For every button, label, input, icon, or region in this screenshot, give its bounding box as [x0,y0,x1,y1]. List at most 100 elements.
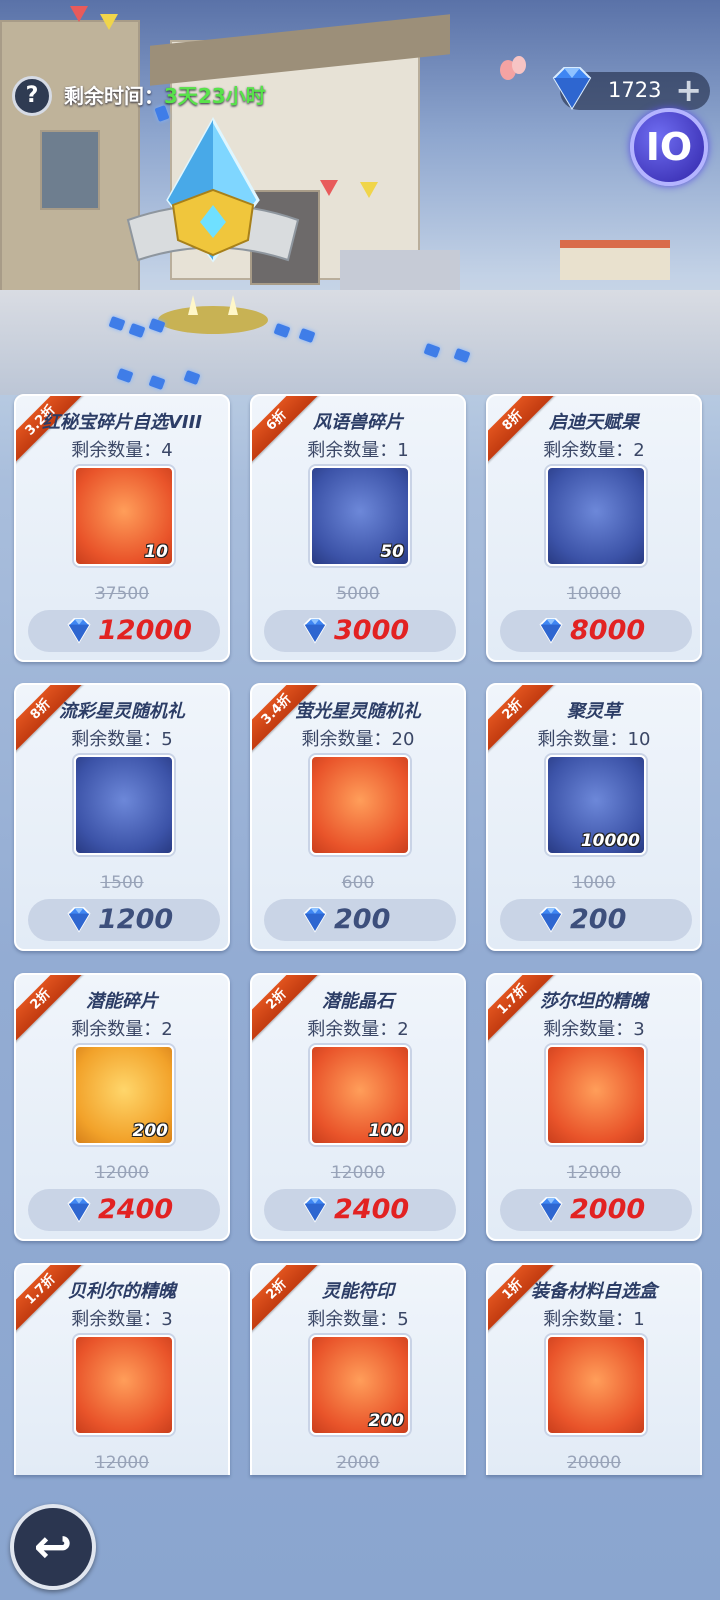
diamond-icon [536,617,566,649]
item-name: 潜能晶石 [322,991,394,1012]
buy-button[interactable]: 8000 [500,610,692,652]
item-remaining: 剩余数量：3 [488,1015,700,1041]
banner: ? 剩余时间：3天23小时 1723 + IO [0,0,720,395]
remaining-value: 2 [633,440,645,461]
remaining-value: 2 [161,1019,173,1040]
item-remaining: 剩余数量：1 [488,1305,700,1331]
buy-button[interactable]: 2400 [264,1189,456,1231]
shop-item-card[interactable]: 2折 聚灵草 剩余数量：10 10000 1000 200 [486,683,702,951]
add-diamond-button[interactable]: + [675,71,702,109]
balloon [512,56,526,74]
buy-button[interactable]: 12000 [28,610,220,652]
remaining-label: 剩余数量： [71,729,162,750]
sale-price: 1200 [98,904,174,935]
diamond-icon [64,906,94,938]
shop-item-card[interactable]: 2折 灵能符印 剩余数量：5 200 2000 [250,1263,466,1475]
remaining-label: 剩余数量： [301,729,392,750]
item-name: 聚灵草 [567,701,621,722]
buy-button[interactable]: 1200 [28,899,220,941]
diamond-icon [536,906,566,938]
original-price: 10000 [566,584,622,604]
market-stall [560,240,670,280]
remaining-value: 3 [633,1019,645,1040]
flag [320,180,338,196]
item-remaining: 剩余数量：5 [252,1305,464,1331]
item-icon[interactable]: 10000 [546,755,646,855]
remaining-label: 剩余数量： [307,1019,398,1040]
remaining-label: 剩余数量： [307,1309,398,1330]
shop-item-card[interactable]: 1.7折 莎尔坦的精魄 剩余数量：3 12000 2000 [486,973,702,1241]
remaining-value: 1 [633,1309,645,1330]
sale-price: 8000 [570,615,646,646]
original-price: 12000 [94,1163,150,1183]
shop-item-card[interactable]: 1.7折 贝利尔的精魄 剩余数量：3 12000 [14,1263,230,1475]
sale-price: 3000 [334,615,410,646]
original-price: 20000 [566,1453,622,1473]
back-button[interactable]: ↩ [10,1504,96,1590]
shop-item-card[interactable]: 1折 装备材料自选盒 剩余数量：1 20000 [486,1263,702,1475]
shop-item-card[interactable]: 8折 流彩星灵随机礼 剩余数量：5 1500 1200 [14,683,230,951]
buy-button[interactable]: 200 [264,899,456,941]
shop-item-card[interactable]: 3.4折 萤光星灵随机礼 剩余数量：20 600 200 [250,683,466,951]
item-icon[interactable]: 100 [310,1045,410,1145]
item-icon[interactable]: 50 [310,466,410,566]
original-price: 5000 [336,584,380,604]
remaining-label: 剩余数量： [537,729,628,750]
item-count: 200 [368,1411,405,1431]
original-price: 12000 [330,1163,386,1183]
item-remaining: 剩余数量：5 [16,725,228,751]
item-icon[interactable] [74,1335,174,1435]
shop-item-card[interactable]: 8折 启迪天赋果 剩余数量：2 10000 8000 [486,394,702,662]
item-count: 10000 [580,831,640,851]
item-icon[interactable] [310,755,410,855]
item-icon[interactable] [74,755,174,855]
item-count: 10 [144,542,168,562]
remaining-value: 4 [161,440,173,461]
sale-price: 200 [570,904,627,935]
remaining-value: 3 [161,1309,173,1330]
item-name: 灵能符印 [322,1281,394,1302]
help-button[interactable]: ? [12,76,52,116]
item-icon[interactable] [546,466,646,566]
item-icon[interactable]: 10 [74,466,174,566]
original-price: 12000 [94,1453,150,1473]
remaining-label: 剩余数量： [71,1309,162,1330]
buy-button[interactable]: 2400 [28,1189,220,1231]
shop-item-card[interactable]: 2折 潜能碎片 剩余数量：2 200 12000 2400 [14,973,230,1241]
remaining-value: 5 [397,1309,409,1330]
item-count: 50 [380,542,404,562]
shop-screen: ? 剩余时间：3天23小时 1723 + IO 3.2折 红秘宝碎片自选VIII 剩… [0,0,720,1600]
item-name: 风语兽碎片 [313,412,403,433]
buy-button[interactable]: 3000 [264,610,456,652]
logo-button[interactable]: IO [630,108,708,186]
item-icon[interactable]: 200 [310,1335,410,1435]
diamond-icon [300,906,330,938]
item-icon[interactable]: 200 [74,1045,174,1145]
flag [360,182,378,198]
item-name: 红秘宝碎片自选VIII [41,412,203,433]
sale-price: 2400 [334,1194,410,1225]
sale-price: 200 [334,904,391,935]
remaining-value: 20 [391,729,415,750]
crystal-emblem [126,116,300,334]
diamond-icon [300,617,330,649]
original-price: 2000 [336,1453,380,1473]
buy-button[interactable]: 200 [500,899,692,941]
plaza [0,290,720,395]
shop-item-card[interactable]: 6折 风语兽碎片 剩余数量：1 50 5000 3000 [250,394,466,662]
remaining-label: 剩余数量： [543,1309,634,1330]
item-name: 启迪天赋果 [549,412,639,433]
shop-item-card[interactable]: 2折 潜能晶石 剩余数量：2 100 12000 2400 [250,973,466,1241]
item-icon[interactable] [546,1335,646,1435]
flag [70,6,88,22]
remaining-label: 剩余数量： [307,440,398,461]
timer-value: 3天23小时 [164,84,266,108]
shop-item-card[interactable]: 3.2折 红秘宝碎片自选VIII 剩余数量：4 10 37500 12000 [14,394,230,662]
item-icon[interactable] [546,1045,646,1145]
item-remaining: 剩余数量：1 [252,436,464,462]
item-name: 潜能碎片 [86,991,158,1012]
diamond-icon [300,1196,330,1228]
buy-button[interactable]: 2000 [500,1189,692,1231]
remaining-label: 剩余数量： [71,1019,162,1040]
diamond-amount: 1723 [608,78,662,102]
